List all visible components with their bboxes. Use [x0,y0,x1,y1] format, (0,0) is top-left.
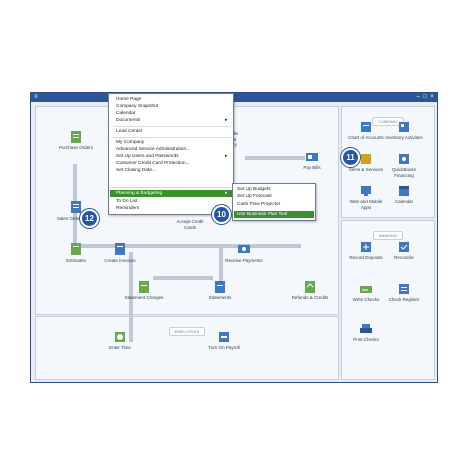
app-menu-icon[interactable]: ≡ [33,94,39,100]
accept-credit-cards-label[interactable]: Accept Credit Cards [170,219,210,230]
enter-time-label[interactable]: Enter Time [100,345,140,351]
flow-line [219,244,223,284]
web-mobile-apps-icon[interactable] [359,184,373,198]
pay-bills-label[interactable]: Pay Bills [292,165,332,171]
submenu-item-business-plan-tool[interactable]: Use Business Plan Tool [237,212,287,218]
planning-arrow-icon: ▸ [225,191,228,196]
write-checks-icon[interactable] [359,282,373,296]
menu-item-my-company[interactable]: My Company [116,140,144,146]
items-services-icon[interactable] [359,152,373,166]
callout-12: 12 [80,209,99,228]
calendar-icon[interactable] [397,184,411,198]
menu-item-home-page[interactable]: Home Page [116,97,141,103]
enter-bills-partial-label[interactable]: ills st ry [233,131,253,148]
submenu-item-set-up-forecast[interactable]: Set Up Forecast [237,194,272,200]
print-checks-icon[interactable] [359,322,373,336]
statement-charges-icon[interactable] [137,280,151,294]
purchase-orders-icon[interactable] [69,130,83,144]
menu-item-company-snapshot[interactable]: Company Snapshot [116,104,158,110]
callout-11: 11 [341,148,360,167]
pay-bills-icon[interactable] [305,150,319,164]
create-invoices-icon[interactable] [113,242,127,256]
refunds-credits-label[interactable]: Refunds & Credits [290,295,330,301]
check-register-label[interactable]: Check Register [384,297,424,303]
items-services-label[interactable]: Items & Services [346,167,386,173]
refunds-credits-icon[interactable] [303,280,317,294]
quickbooks-financing-icon[interactable] [397,152,411,166]
menu-item-documents[interactable]: Documents [116,118,140,124]
flow-line [245,156,305,160]
window-titlebar: ≡ – □ × [31,93,437,102]
record-deposits-label[interactable]: Record Deposits [346,255,386,261]
statements-label[interactable]: Statements [200,295,240,301]
menu-item-credit-card-protection[interactable]: Customer Credit Card Protection... [116,161,190,167]
quickbooks-window: ≡ – □ × EMPLOYEES COMPANY BANKING Purcha [30,92,438,383]
submenu-item-cash-flow-projector[interactable]: Cash Flow Projector [237,202,280,208]
quickbooks-financing-label[interactable]: QuickBooks Financing [384,167,424,178]
callout-10: 10 [212,205,231,224]
banking-heading: BANKING [372,231,403,240]
menu-item-advanced-service-admin[interactable]: Advanced Service Administration... [116,147,190,153]
chart-of-accounts-label[interactable]: Chart of Accounts [346,135,386,141]
menu-item-set-up-users[interactable]: Set Up Users and Passwords [116,154,179,160]
statement-charges-label[interactable]: Statement Charges [124,295,164,301]
write-checks-label[interactable]: Write Checks [346,297,386,303]
reconcile-icon[interactable] [397,240,411,254]
inventory-activities-icon[interactable] [397,120,411,134]
chart-of-accounts-icon[interactable] [359,120,373,134]
maximize-icon[interactable]: □ [422,94,428,100]
home-page-canvas: EMPLOYEES COMPANY BANKING Purchase Order… [33,104,435,380]
estimates-label[interactable]: Estimates [56,258,96,264]
record-deposits-icon[interactable] [359,240,373,254]
receive-payments-label[interactable]: Receive Payments [224,258,264,264]
menu-separator [111,137,231,138]
calendar-label[interactable]: Calendar [384,199,424,205]
statements-icon[interactable] [213,280,227,294]
estimates-icon[interactable] [69,242,83,256]
set-up-users-arrow-icon: ▸ [225,154,228,159]
purchase-orders-label[interactable]: Purchase Orders [56,145,96,151]
check-register-icon[interactable] [397,282,411,296]
documents-arrow-icon: ▸ [225,118,228,123]
menu-separator [111,187,231,188]
menu-item-lead-center[interactable]: Lead Center [116,129,142,135]
close-icon[interactable]: × [429,94,435,100]
menu-item-calendar[interactable]: Calendar [116,111,135,117]
employees-panel: EMPLOYEES [35,316,339,380]
employees-heading: EMPLOYEES [168,327,206,336]
enter-time-icon[interactable] [113,330,127,344]
web-mobile-apps-label[interactable]: Web and Mobile Apps [346,199,386,210]
print-checks-label[interactable]: Print Checks [346,337,386,343]
submenu-item-set-up-budgets[interactable]: Set Up Budgets [237,187,271,193]
inventory-activities-label[interactable]: Inventory Activities [384,135,424,141]
menu-item-to-do-list[interactable]: To Do List [116,199,137,205]
receive-payments-icon[interactable] [237,242,251,256]
turn-on-payroll-label[interactable]: Turn On Payroll [204,345,244,351]
company-menu: Home Page Company Snapshot Calendar Docu… [108,93,234,215]
turn-on-payroll-icon[interactable] [217,330,231,344]
reconcile-label[interactable]: Reconcile [384,255,424,261]
menu-item-reminders[interactable]: Reminders [116,206,139,212]
menu-item-set-closing-date[interactable]: Set Closing Date... [116,168,156,174]
planning-budgeting-submenu: Set Up Budgets Set Up Forecast Cash Flow… [232,183,316,221]
menu-item-planning-budgeting[interactable]: Planning & Budgeting [116,191,162,197]
flow-line [153,276,213,280]
menu-separator [111,126,231,127]
minimize-icon[interactable]: – [415,94,421,100]
create-invoices-label[interactable]: Create Invoices [100,258,140,264]
flow-line [131,244,301,248]
